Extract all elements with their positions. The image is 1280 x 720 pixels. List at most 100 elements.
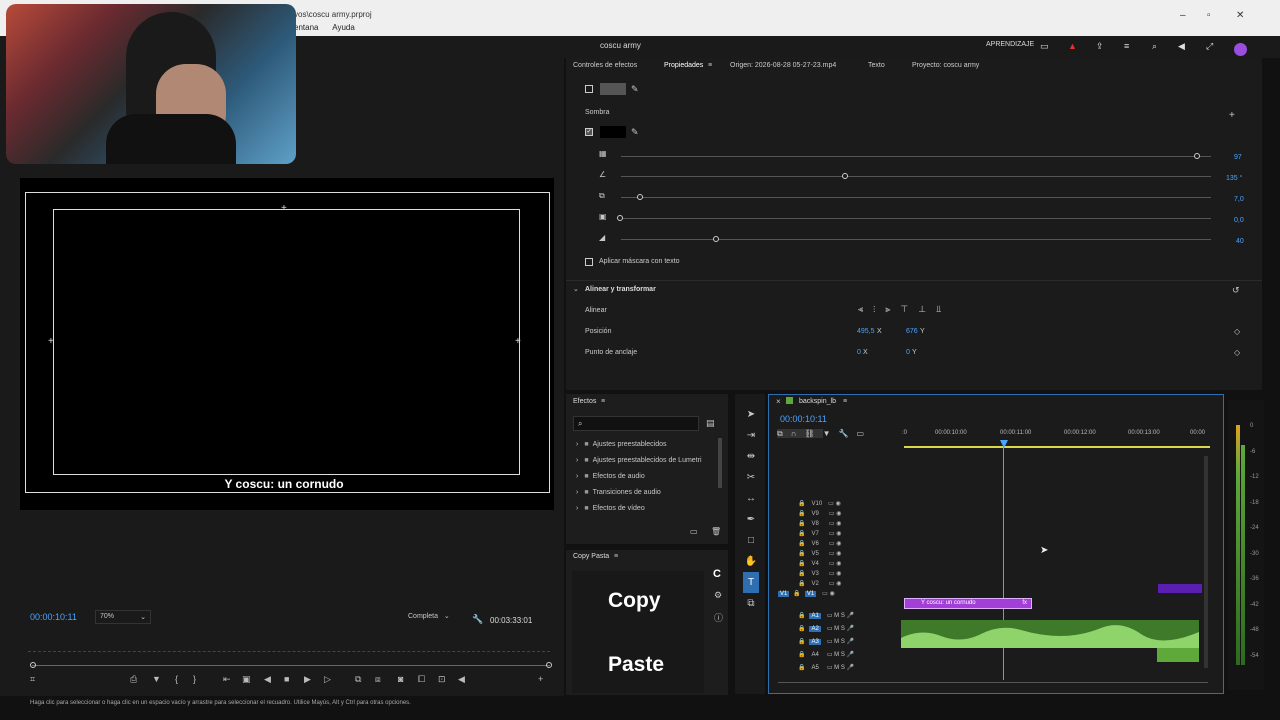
program-ruler[interactable] [28,636,550,652]
selection-tool-icon[interactable]: ➤ [743,404,759,425]
tab-effect-controls[interactable]: Controles de efectos [573,62,637,69]
menu-item-window[interactable]: entana [294,23,318,32]
opacity-slider[interactable] [621,156,1211,157]
keyframe-icon[interactable]: ◇ [1234,348,1240,357]
mask-checkbox[interactable] [585,258,593,266]
linked-selection-icon[interactable]: ⛓ [804,429,823,438]
wrench-icon[interactable]: 🔧 [472,614,483,625]
new-bin-icon[interactable]: ▭ [690,527,698,536]
volume-icon[interactable]: ◀ [1178,41,1185,52]
learning-button[interactable]: APRENDIZAJE [986,41,1034,48]
maximize-button[interactable]: ▫ [1207,10,1211,21]
tab-source[interactable]: Origen: 2026-08-28 05-27-23.mp4 [730,62,836,69]
eyedropper-icon[interactable]: ✎ [631,84,639,95]
track-header-v8[interactable]: 🔒 V8 ▭ ◉ [776,520,901,530]
program-scrollbar[interactable] [32,665,550,666]
keyframe-icon[interactable]: ◇ [1234,327,1240,336]
nest-icon[interactable]: ⧉ [777,429,791,438]
timeline-timecode[interactable]: 00:00:10:11 [780,414,827,424]
stop-icon[interactable]: ■ [284,674,292,684]
search-icon[interactable]: ⌕ [1152,41,1157,52]
timeline-horizontal-scrollbar[interactable] [778,682,1208,687]
distance-value[interactable]: 7,0 [1234,196,1244,203]
insert-icon[interactable]: ⧉ [355,674,364,685]
blur-knob[interactable] [713,236,719,242]
mark-in-icon[interactable]: { [175,674,181,684]
compare-icon[interactable]: ⧠ [418,674,428,685]
track-header-v1[interactable]: V1 🔒 V1 ▭ ◉ [776,590,901,600]
align-right-icon[interactable]: ⫸ [885,304,900,314]
shadow-color-swatch[interactable] [600,126,626,138]
tab-properties[interactable]: Propiedades [664,62,703,69]
track-header-v7[interactable]: 🔒 V7 ▭ ◉ [776,530,901,540]
snap-icon[interactable]: ∩ [790,429,805,438]
align-top-icon[interactable]: ⊤ [900,304,918,314]
copy-pasta-menu-icon[interactable]: ≡ [614,553,618,560]
text-tool-icon[interactable]: T [743,572,759,593]
play-icon[interactable]: ▶ [304,674,314,685]
size-value[interactable]: 0,0 [1234,217,1244,224]
angle-value[interactable]: 135 ° [1226,175,1242,182]
copy-button[interactable]: Copy [608,589,661,613]
timeline-clip-caption[interactable]: Y coscu: un cornudo fx [904,598,1032,609]
lift-icon[interactable]: ⎙ [130,674,140,685]
quality-select[interactable]: Completa ⌄ [408,612,462,626]
sequence-menu-icon[interactable]: ≡ [843,398,847,405]
fullscreen-icon[interactable]: ⤢ [1206,41,1213,52]
track-header-v5[interactable]: 🔒 V5 ▭ ◉ [776,550,901,560]
timeline-clip-v2[interactable] [1158,584,1202,593]
properties-menu-icon[interactable]: ≡ [708,62,712,69]
align-bottom-icon[interactable]: ⫫ [936,304,951,314]
slip-icon[interactable]: ↔ [743,488,759,509]
hand-icon[interactable]: ✋ [743,551,759,572]
effects-folder-item[interactable]: › ■ Efectos de audio [576,473,716,489]
zoom-select[interactable]: 70% ⌄ [95,610,151,624]
rectangle-icon[interactable]: □ [743,530,759,551]
work-area-bar[interactable] [904,446,1210,448]
effects-folder-item[interactable]: › ■ Transiciones de audio [576,489,716,505]
go-to-in-icon[interactable]: ⇤ [223,674,234,685]
safe-margins-icon[interactable]: ▣ [242,674,254,685]
panel-icon[interactable]: ▭ [1040,41,1049,52]
eyedropper-icon[interactable]: ✎ [631,127,639,138]
track-header-a4[interactable]: 🔒 A4 ▭ M S 🎤 [776,651,901,664]
align-middle-icon[interactable]: ⊥ [918,304,936,314]
size-knob[interactable] [617,215,623,221]
track-header-v4[interactable]: 🔒 V4 ▭ ◉ [776,560,901,570]
fill-checkbox[interactable] [585,85,593,93]
angle-knob[interactable] [842,173,848,179]
mark-out-icon[interactable]: } [193,674,199,684]
camera-icon[interactable]: ◙ [398,674,406,684]
position-x-value[interactable]: 495,5 [857,328,875,335]
effects-menu-icon[interactable]: ≡ [601,398,605,405]
effects-folder-item[interactable]: › ■ Ajustes preestablecidos de Lumetri [576,457,716,473]
close-icon[interactable]: × [776,397,781,406]
sequence-tab[interactable]: backspin_lb [799,398,836,405]
track-header-v10[interactable]: 🔒 V10 ▭ ◉ [776,500,901,510]
caption-tool-icon[interactable]: ⧉ [743,593,759,614]
minimize-button[interactable]: – [1180,10,1186,21]
track-header-a3[interactable]: 🔒 A3 ▭ M S 🎤 [776,638,901,651]
blur-slider[interactable] [621,239,1211,240]
copy-pasta-title[interactable]: Copy Pasta [573,553,609,560]
distance-slider[interactable] [621,197,1211,198]
share-icon[interactable]: ⇪ [1096,41,1104,52]
pen-icon[interactable]: ✒ [743,509,759,530]
delete-icon[interactable]: 🗑 [711,527,721,536]
workspaces-icon[interactable]: ≡ [1124,41,1129,51]
opacity-value[interactable]: 97 [1234,154,1242,161]
anchor-x-value[interactable]: 0 [857,349,861,356]
ripple-edit-icon[interactable]: ⇹ [743,446,759,467]
program-timecode[interactable]: 00:00:10:11 [30,612,77,622]
wrench-icon[interactable]: 🔧 [839,429,857,438]
track-header-v9[interactable]: 🔒 V9 ▭ ◉ [776,510,901,520]
track-header-v3[interactable]: 🔒 V3 ▭ ◉ [776,570,901,580]
audio-icon[interactable]: ◀ [458,674,468,685]
track-header-v6[interactable]: 🔒 V6 ▭ ◉ [776,540,901,550]
track-header-a1[interactable]: 🔒 A1 ▭ M S 🎤 [776,612,901,625]
marker-icon[interactable]: ⌗ [30,674,38,685]
track-header-v2[interactable]: 🔒 V2 ▭ ◉ [776,580,901,590]
add-button-icon[interactable]: + [538,674,546,684]
effects-scrollbar[interactable] [718,438,722,488]
step-back-icon[interactable]: ◀ [264,674,274,685]
